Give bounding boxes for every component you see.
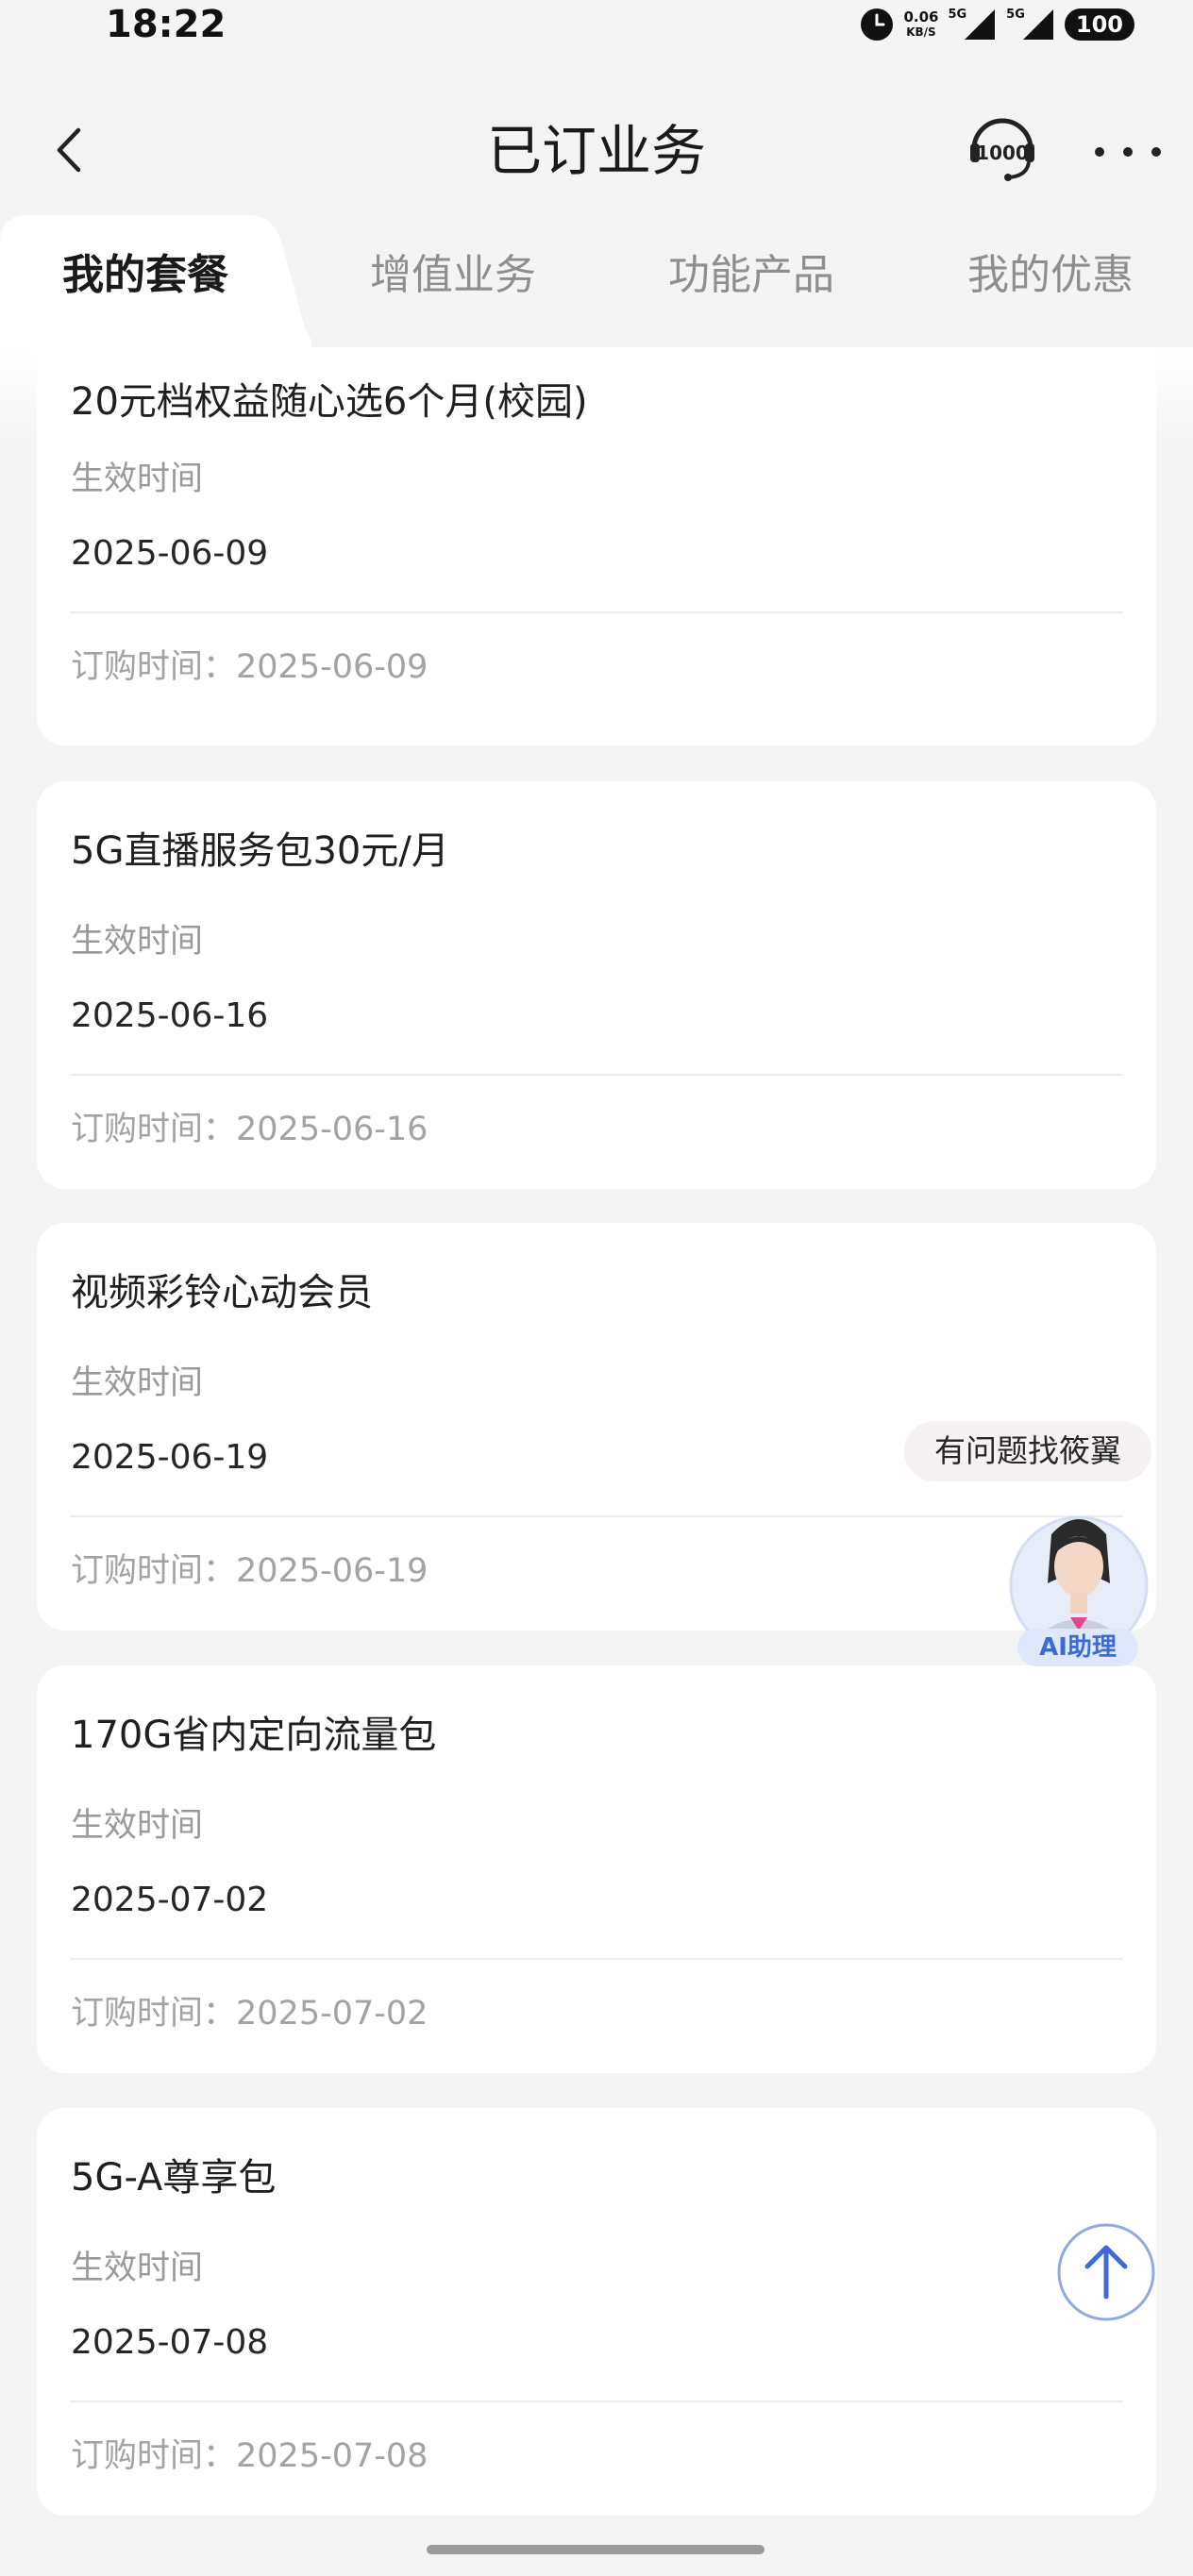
network-speed-unit: KB/S [906, 25, 936, 39]
order-time: 订购时间：2025-07-02 [71, 1990, 428, 2037]
divider [71, 2400, 1122, 2402]
battery-indicator: 100 [1064, 8, 1134, 41]
effective-time-label: 生效时间 [71, 1364, 204, 1402]
card-title: 20元档权益随心选6个月(校园) [71, 380, 588, 424]
subscription-card[interactable]: 5G直播服务包30元/月 生效时间 2025-06-16 订购时间：2025-0… [37, 781, 1156, 1189]
order-time-label: 订购时间： [71, 2437, 237, 2475]
tab-bar: 我的套餐 增值业务 功能产品 我的优惠 [0, 209, 1193, 351]
customer-service-icon: 1000 [970, 118, 1034, 181]
status-time: 18:22 [106, 3, 227, 46]
effective-date: 2025-07-08 [71, 2323, 269, 2362]
order-date: 2025-06-16 [236, 1111, 428, 1148]
signal-icon [1022, 9, 1053, 40]
dot-icon [1123, 147, 1133, 157]
svg-text:1000: 1000 [976, 142, 1029, 164]
order-time-label: 订购时间： [71, 1995, 237, 2032]
dot-icon [1151, 147, 1161, 157]
card-title: 170G省内定向流量包 [71, 1714, 437, 1757]
header: 已订业务 1000 [0, 94, 1193, 208]
tab-value-added[interactable]: 增值业务 [370, 247, 536, 304]
effective-date: 2025-06-19 [71, 1438, 269, 1477]
status-indicators: 0.06 KB/S 5G 5G 100 [860, 6, 1134, 43]
order-time: 订购时间：2025-06-09 [71, 644, 428, 691]
order-time-label: 订购时间： [71, 648, 237, 686]
signal-2: 5G [1006, 8, 1055, 42]
effective-date: 2025-06-09 [71, 534, 269, 573]
subscription-card[interactable]: 20元档权益随心选6个月(校园) 生效时间 2025-06-09 订购时间：20… [37, 347, 1156, 745]
signal-icon [965, 9, 996, 40]
assistant-prompt-bubble[interactable]: 有问题找筱翼 [904, 1421, 1151, 1481]
effective-time-label: 生效时间 [71, 460, 204, 498]
tab-my-discounts[interactable]: 我的优惠 [967, 247, 1134, 304]
card-title: 5G直播服务包30元/月 [71, 829, 449, 873]
clock-icon [861, 8, 894, 41]
subscription-card[interactable]: 170G省内定向流量包 生效时间 2025-07-02 订购时间：2025-07… [37, 1665, 1156, 2073]
order-time-label: 订购时间： [71, 1552, 237, 1590]
customer-service-button[interactable]: 1000 [965, 111, 1040, 187]
divider [71, 1958, 1122, 1960]
order-date: 2025-06-19 [236, 1552, 428, 1590]
effective-time-label: 生效时间 [71, 1807, 204, 1845]
effective-date: 2025-06-16 [71, 996, 269, 1035]
order-date: 2025-06-09 [236, 648, 428, 686]
divider [71, 1515, 1122, 1517]
subscription-card[interactable]: 5G-A尊享包 生效时间 2025-07-08 订购时间：2025-07-08 [37, 2108, 1156, 2516]
dot-icon [1095, 147, 1104, 157]
card-title: 视频彩铃心动会员 [71, 1271, 373, 1314]
assistant-label[interactable]: AI助理 [1017, 1629, 1138, 1666]
order-time: 订购时间：2025-07-08 [71, 2433, 428, 2480]
divider [71, 611, 1122, 613]
status-bar: 18:22 0.06 KB/S 5G 5G 100 [0, 0, 1193, 57]
order-date: 2025-07-08 [236, 2437, 428, 2475]
order-time-label: 订购时间： [71, 1111, 237, 1148]
divider [71, 1074, 1122, 1076]
order-date: 2025-07-02 [236, 1995, 428, 2032]
network-speed: 0.06 KB/S [903, 9, 938, 40]
effective-time-label: 生效时间 [71, 923, 204, 961]
more-button[interactable] [1095, 128, 1161, 176]
order-time: 订购时间：2025-06-16 [71, 1106, 428, 1153]
tab-my-plan[interactable]: 我的套餐 [62, 247, 228, 304]
network-speed-value: 0.06 [903, 8, 939, 25]
home-indicator[interactable] [427, 2545, 765, 2554]
signal-1: 5G [948, 8, 997, 42]
tab-feature-products[interactable]: 功能产品 [668, 247, 834, 304]
card-title: 5G-A尊享包 [71, 2156, 277, 2200]
effective-time-label: 生效时间 [71, 2250, 204, 2287]
scroll-to-top-button[interactable] [1057, 2223, 1155, 2321]
effective-date: 2025-07-02 [71, 1881, 269, 1919]
order-time: 订购时间：2025-06-19 [71, 1547, 428, 1595]
